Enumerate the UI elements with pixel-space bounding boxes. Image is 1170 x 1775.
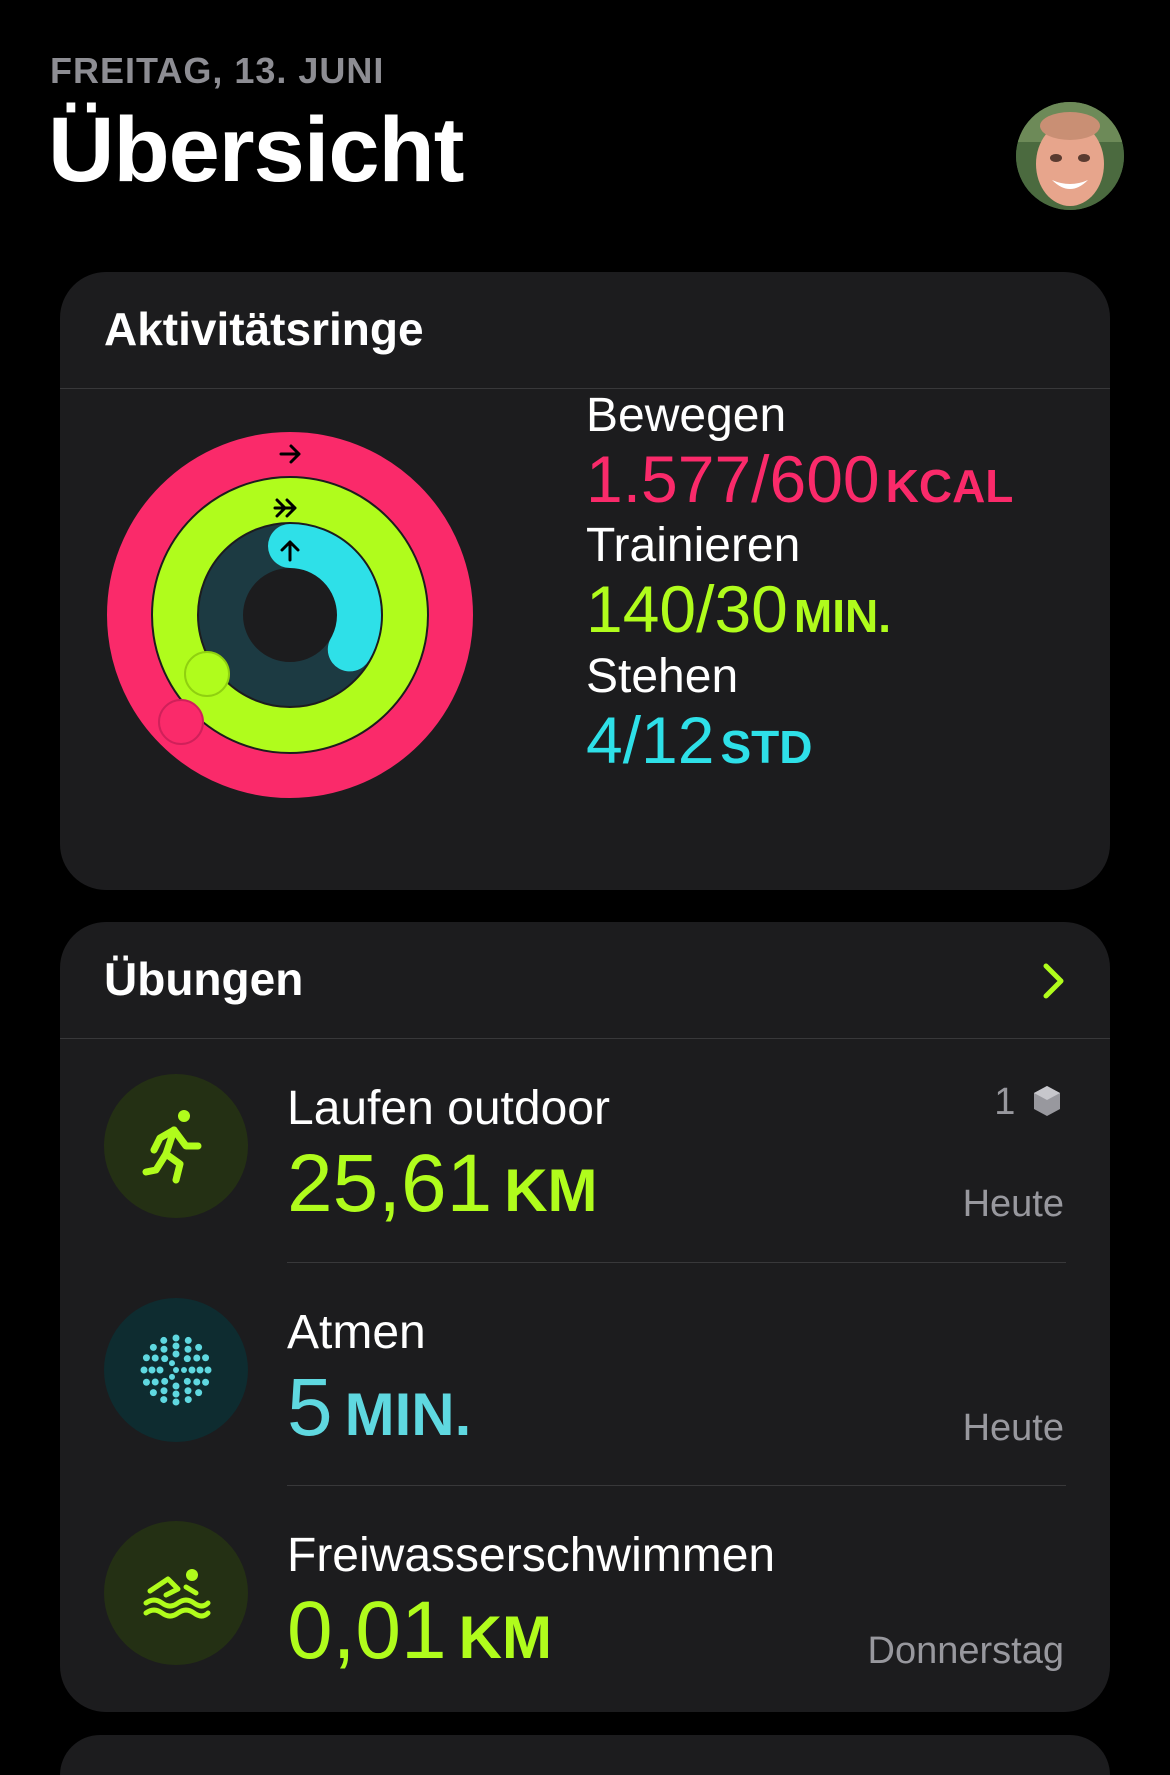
exercise-ring-tail <box>184 651 230 697</box>
workout-value-line: 0,01 KM <box>287 1586 552 1683</box>
running-icon <box>142 1110 202 1184</box>
workout-value: 25,61 <box>287 1138 493 1229</box>
move-ring-tail <box>158 699 204 745</box>
workout-value: 5 <box>287 1362 333 1453</box>
workout-value-line: 25,61 KM <box>287 1139 598 1236</box>
breathe-icon <box>140 1334 212 1406</box>
move-metric: Bewegen 1.577/600 KCAL <box>586 388 1013 521</box>
activity-rings-header: Aktivitätsringe <box>60 272 1110 389</box>
workout-name: Laufen outdoor <box>287 1082 610 1135</box>
workout-unit: KM <box>504 1157 598 1224</box>
stand-value: 4/12 <box>586 703 715 777</box>
workout-value: 0,01 <box>287 1585 447 1676</box>
workout-name: Atmen <box>287 1306 426 1359</box>
swimming-icon <box>143 1569 211 1619</box>
move-unit: KCAL <box>885 460 1014 512</box>
stand-metric: Stehen 4/12 STD <box>586 649 812 782</box>
workout-date: Donnerstag <box>867 1630 1064 1672</box>
workouts-title: Übungen <box>104 953 304 1005</box>
workout-unit: KM <box>458 1604 552 1671</box>
workout-row-running[interactable]: Laufen outdoor 25,61 KM 1 Heute <box>60 1039 1110 1262</box>
exercise-value-line: 140/30 MIN. <box>586 574 891 651</box>
award-badge: 1 <box>994 1081 1064 1124</box>
exercise-metric: Trainieren 140/30 MIN. <box>586 518 891 651</box>
workout-row-swimming[interactable]: Freiwasserschwimmen 0,01 KM Donnerstag <box>60 1486 1110 1709</box>
chevron-right-icon[interactable] <box>1042 962 1066 1000</box>
award-count: 1 <box>994 1081 1016 1123</box>
workout-row-breathe[interactable]: Atmen 5 MIN. Heute <box>60 1263 1110 1486</box>
workout-date: Heute <box>962 1407 1064 1449</box>
date-label: FREITAG, 13. JUNI <box>50 50 385 91</box>
avatar[interactable] <box>1016 102 1124 210</box>
workouts-header[interactable]: Übungen <box>60 922 1110 1039</box>
swimming-icon-circle <box>104 1521 248 1665</box>
move-value-line: 1.577/600 KCAL <box>586 444 1013 521</box>
exercise-value: 140/30 <box>586 572 788 646</box>
move-label: Bewegen <box>586 389 787 442</box>
exercise-unit: MIN. <box>793 590 891 642</box>
stand-label: Stehen <box>586 650 739 703</box>
activity-rings-title: Aktivitätsringe <box>104 303 424 355</box>
workout-unit: MIN. <box>344 1381 472 1448</box>
page-title: Übersicht <box>48 99 464 201</box>
stand-unit: STD <box>720 721 813 773</box>
stand-value-line: 4/12 STD <box>586 705 812 782</box>
workouts-card[interactable]: Übungen Laufen outdoor 25,61 KM 1 Heute … <box>60 922 1110 1712</box>
next-card-peek <box>60 1735 1110 1775</box>
running-icon-circle <box>104 1074 248 1218</box>
activity-rings-chart <box>107 432 473 798</box>
activity-rings-card[interactable]: Aktivitätsringe Bewegen 1.577/600 KCAL Tr… <box>60 272 1110 890</box>
workout-value-line: 5 MIN. <box>287 1363 471 1460</box>
workout-name: Freiwasserschwimmen <box>287 1529 776 1582</box>
award-icon <box>1034 1086 1060 1116</box>
move-value: 1.577/600 <box>586 442 880 516</box>
breathe-icon-circle <box>104 1298 248 1442</box>
exercise-label: Trainieren <box>586 519 801 572</box>
workout-date: Heute <box>962 1183 1064 1225</box>
profile-photo-icon <box>1016 102 1124 210</box>
